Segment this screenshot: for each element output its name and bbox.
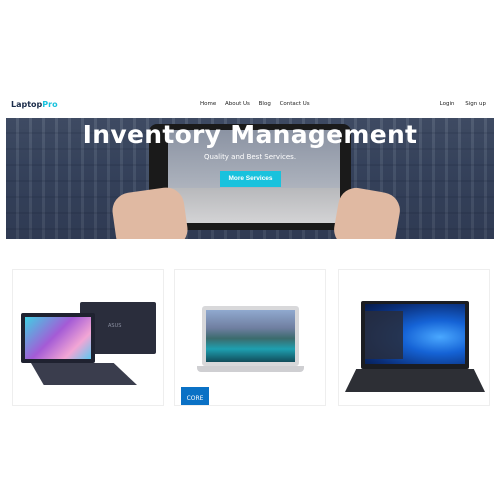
asus-logo: ASUS (108, 323, 122, 329)
nav-blog[interactable]: Blog (259, 101, 271, 107)
hero-subtitle: Quality and Best Services. (203, 153, 297, 161)
nav-auth: Login Sign up (431, 101, 486, 107)
brand-part2: Pro (42, 100, 58, 109)
intel-core-badge: CORE (181, 387, 209, 405)
brand-logo[interactable]: LaptopPro (11, 100, 58, 109)
hero-title: Inventory Management (82, 120, 418, 149)
nav-home[interactable]: Home (200, 101, 216, 107)
left-hand-image (110, 185, 190, 239)
login-link[interactable]: Login (440, 101, 455, 107)
nav-links: Home About Us Blog Contact Us (200, 101, 317, 107)
signup-link[interactable]: Sign up (465, 101, 486, 107)
product-card[interactable]: ASUS (12, 269, 164, 406)
start-menu-image (365, 311, 403, 359)
brand-part1: Laptop (11, 100, 43, 109)
product-card[interactable]: CORE (174, 269, 326, 406)
nav-contact-us[interactable]: Contact Us (280, 101, 310, 107)
product-card[interactable] (338, 269, 490, 406)
more-services-button[interactable]: More Services (220, 171, 281, 187)
nav-about-us[interactable]: About Us (225, 101, 250, 107)
navbar: LaptopPro Home About Us Blog Contact Us … (0, 92, 500, 118)
